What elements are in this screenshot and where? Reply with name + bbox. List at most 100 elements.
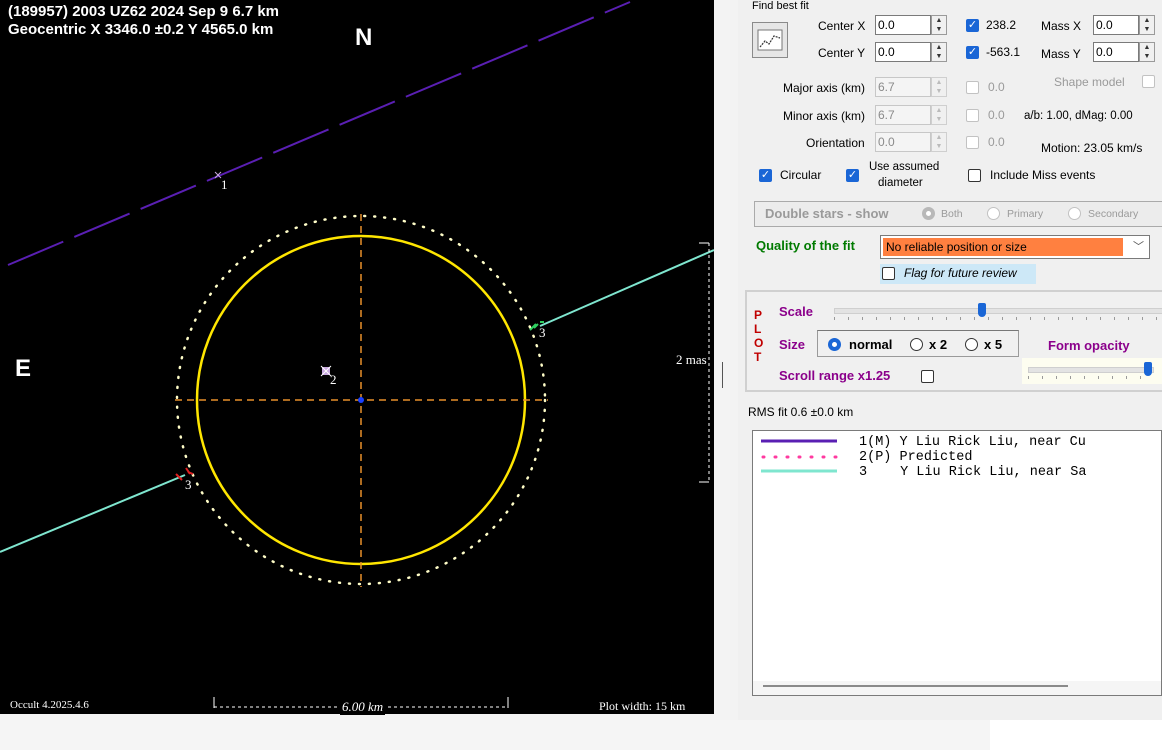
mass-x-spinner[interactable]: ▲ ▼ (1139, 15, 1155, 35)
size-normal-radio[interactable] (828, 338, 841, 351)
mass-x-input[interactable]: 0.0 (1093, 15, 1139, 35)
chord-3-right-label: 3 (539, 325, 546, 340)
center-x-result: 238.2 (986, 18, 1017, 32)
plot-width-label: Plot width: 15 km (599, 699, 686, 713)
chord-legend-list[interactable]: 1(M) Y Liu Rick Liu, near Cu 2(P) Predic… (752, 430, 1162, 696)
use-assumed-diameter-checkbox[interactable]: ✓ (846, 169, 859, 182)
minor-axis-spinner[interactable]: ▲ ▼ (931, 105, 947, 125)
include-miss-label: Include Miss events (990, 168, 1096, 182)
mass-y-label: Mass Y (1041, 47, 1081, 61)
plot-title-line1: (189957) 2003 UZ62 2024 Sep 9 6.7 km (8, 3, 280, 20)
center-x-input[interactable]: 0.0 (875, 15, 931, 35)
km-scale-label: 6.00 km (340, 699, 386, 715)
minor-axis-input[interactable]: 6.7 (875, 105, 931, 125)
center-x-label: Center X (818, 19, 866, 33)
scale-slider-thumb[interactable] (978, 303, 986, 317)
circular-checkbox[interactable]: ✓ (759, 169, 772, 182)
mass-y-input[interactable]: 0.0 (1093, 42, 1139, 62)
size-x2-radio[interactable] (910, 338, 923, 351)
legend-scrollbar-thumb[interactable] (763, 685, 1068, 687)
major-axis-input[interactable]: 6.7 (875, 77, 931, 97)
form-opacity-label: Form opacity (1048, 338, 1130, 353)
scale-slider-ticks (834, 317, 1162, 320)
ds-both-label: Both (941, 208, 963, 220)
splitter-handle[interactable] (722, 362, 723, 388)
legend-row-3-text: Y Liu Rick Liu, near Sa (900, 465, 1087, 480)
size-x5-radio[interactable] (965, 338, 978, 351)
legend-row-2-text: Predicted (899, 450, 973, 465)
ab-dmag-label: a/b: 1.00, dMag: 0.00 (1024, 110, 1133, 122)
shape-model-checkbox[interactable] (1142, 75, 1155, 88)
version-label: Occult 4.2025.4.6 (10, 699, 89, 711)
shape-model-label: Shape model (1054, 75, 1125, 89)
ds-primary-label: Primary (1007, 208, 1044, 220)
center-point (358, 397, 364, 403)
find-best-fit-label: Find best fit (752, 0, 809, 12)
legend-row-3-num: 3 (859, 465, 868, 480)
plot-letter-t: T (754, 350, 762, 364)
minor-axis-label: Minor axis (km) (783, 109, 866, 123)
double-stars-group: Double stars - show Both Primary Seconda… (754, 201, 1162, 227)
opacity-slider-track (1028, 367, 1154, 373)
use-assumed-label-2: diameter (878, 177, 923, 189)
status-strip-right (990, 720, 1162, 750)
legend-swatches (761, 439, 839, 473)
scroll-range-checkbox[interactable] (921, 370, 934, 383)
center-x-spinner[interactable]: ▲ ▼ (931, 15, 947, 35)
major-axis-spinner[interactable]: ▲ ▼ (931, 77, 947, 97)
mas-scale-label: 2 mas (676, 352, 707, 367)
center-y-input[interactable]: 0.0 (875, 42, 931, 62)
center-y-spinner[interactable]: ▲ ▼ (931, 42, 947, 62)
east-label: E (15, 355, 32, 382)
opacity-slider[interactable] (1022, 358, 1162, 384)
legend-row-1: 1(M) Y Liu Rick Liu, near Cu (859, 435, 1086, 450)
mass-y-spinner[interactable]: ▲ ▼ (1139, 42, 1155, 62)
find-best-fit-button[interactable] (752, 22, 788, 58)
size-x2-label: x 2 (929, 337, 948, 352)
circular-label: Circular (780, 168, 822, 182)
double-stars-both-radio[interactable] (922, 207, 935, 220)
double-stars-primary-radio[interactable] (987, 207, 1000, 220)
quality-dropdown-value: No reliable position or size (883, 238, 1123, 256)
orientation-result: 0.0 (988, 135, 1005, 149)
orientation-input[interactable]: 0.0 (875, 132, 931, 152)
plot-letter-l: L (754, 322, 762, 336)
legend-row-1-num: 1(M) (859, 435, 892, 450)
minor-axis-result: 0.0 (988, 108, 1005, 122)
plot-canvas[interactable]: (189957) 2003 UZ62 2024 Sep 9 6.7 km Geo… (0, 0, 714, 715)
include-miss-events-checkbox[interactable] (968, 169, 981, 182)
orientation-spinner[interactable]: ▲ ▼ (931, 132, 947, 152)
center-x-fit-checkbox[interactable]: ✓ (966, 19, 979, 32)
chevron-down-icon: ﹀ (1133, 241, 1144, 253)
predicted-label: 2 (330, 372, 337, 387)
fit-chart-icon (757, 29, 783, 51)
size-x5-label: x 5 (984, 337, 1003, 352)
legend-row-2-num: 2(P) (859, 450, 892, 465)
plot-letter-o: O (754, 336, 764, 350)
scale-slider-track (834, 308, 1162, 314)
major-axis-label: Major axis (km) (783, 81, 866, 95)
scale-label: Scale (779, 304, 813, 319)
major-axis-result: 0.0 (988, 80, 1005, 94)
ds-secondary-label: Secondary (1088, 208, 1139, 220)
chord-1-label: 1 (221, 177, 228, 192)
chord-3-line-right (539, 249, 714, 327)
opacity-slider-thumb[interactable] (1144, 362, 1152, 376)
chord-1-line (7, 1, 631, 266)
use-assumed-label-1: Use assumed (869, 161, 940, 173)
orientation-label: Orientation (806, 136, 865, 150)
quality-dropdown[interactable]: No reliable position or size ﹀ (880, 235, 1150, 259)
flag-review-checkbox[interactable] (882, 267, 895, 280)
center-y-fit-checkbox[interactable]: ✓ (966, 46, 979, 59)
legend-scrollbar[interactable] (753, 681, 1161, 695)
double-stars-secondary-radio[interactable] (1068, 207, 1081, 220)
orientation-fit-checkbox[interactable] (966, 136, 979, 149)
opacity-slider-ticks (1028, 376, 1152, 379)
major-axis-fit-checkbox[interactable] (966, 81, 979, 94)
scale-slider[interactable] (830, 300, 1162, 324)
scroll-range-label: Scroll range x1.25 (779, 368, 891, 383)
center-y-label: Center Y (818, 46, 866, 60)
status-strip (0, 720, 990, 750)
motion-label: Motion: 23.05 km/s (1041, 141, 1143, 155)
minor-axis-fit-checkbox[interactable] (966, 109, 979, 122)
